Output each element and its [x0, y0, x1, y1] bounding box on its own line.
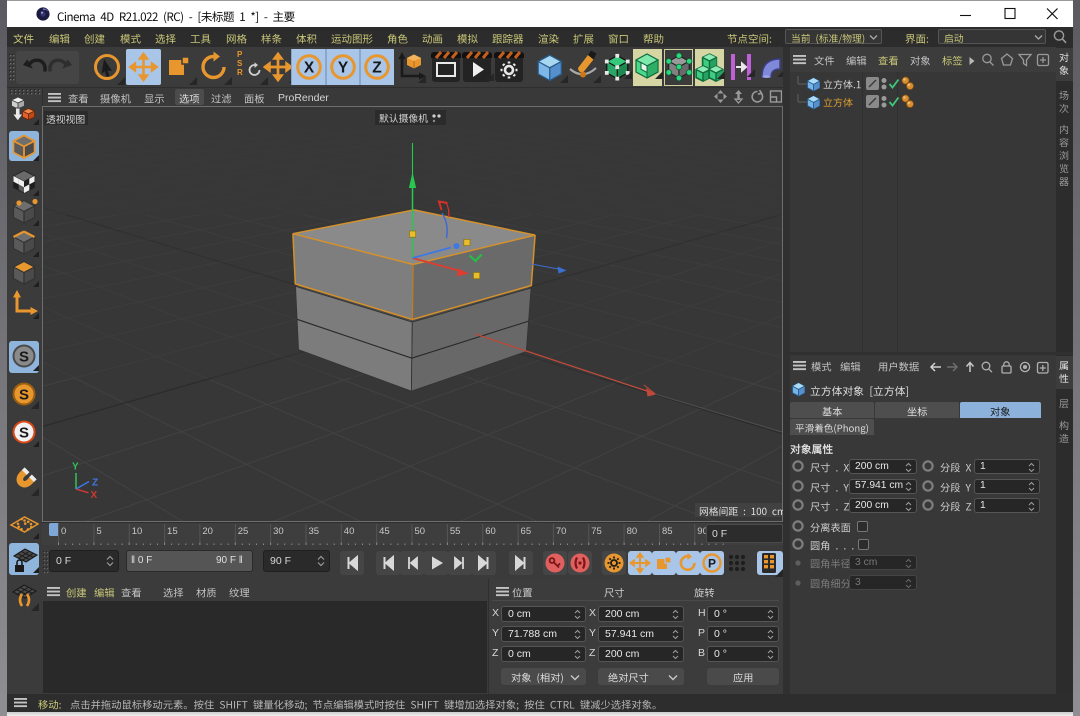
- svg-text:P: P: [708, 557, 716, 571]
- svg-text:Z: Z: [372, 60, 382, 77]
- svg-text:X: X: [91, 490, 98, 501]
- svg-text:X: X: [304, 60, 315, 77]
- svg-text:S: S: [19, 425, 29, 442]
- svg-text:Z: Z: [92, 478, 98, 489]
- svg-text:Y: Y: [72, 462, 79, 473]
- svg-text:Y: Y: [338, 60, 349, 77]
- svg-text:S: S: [19, 349, 29, 366]
